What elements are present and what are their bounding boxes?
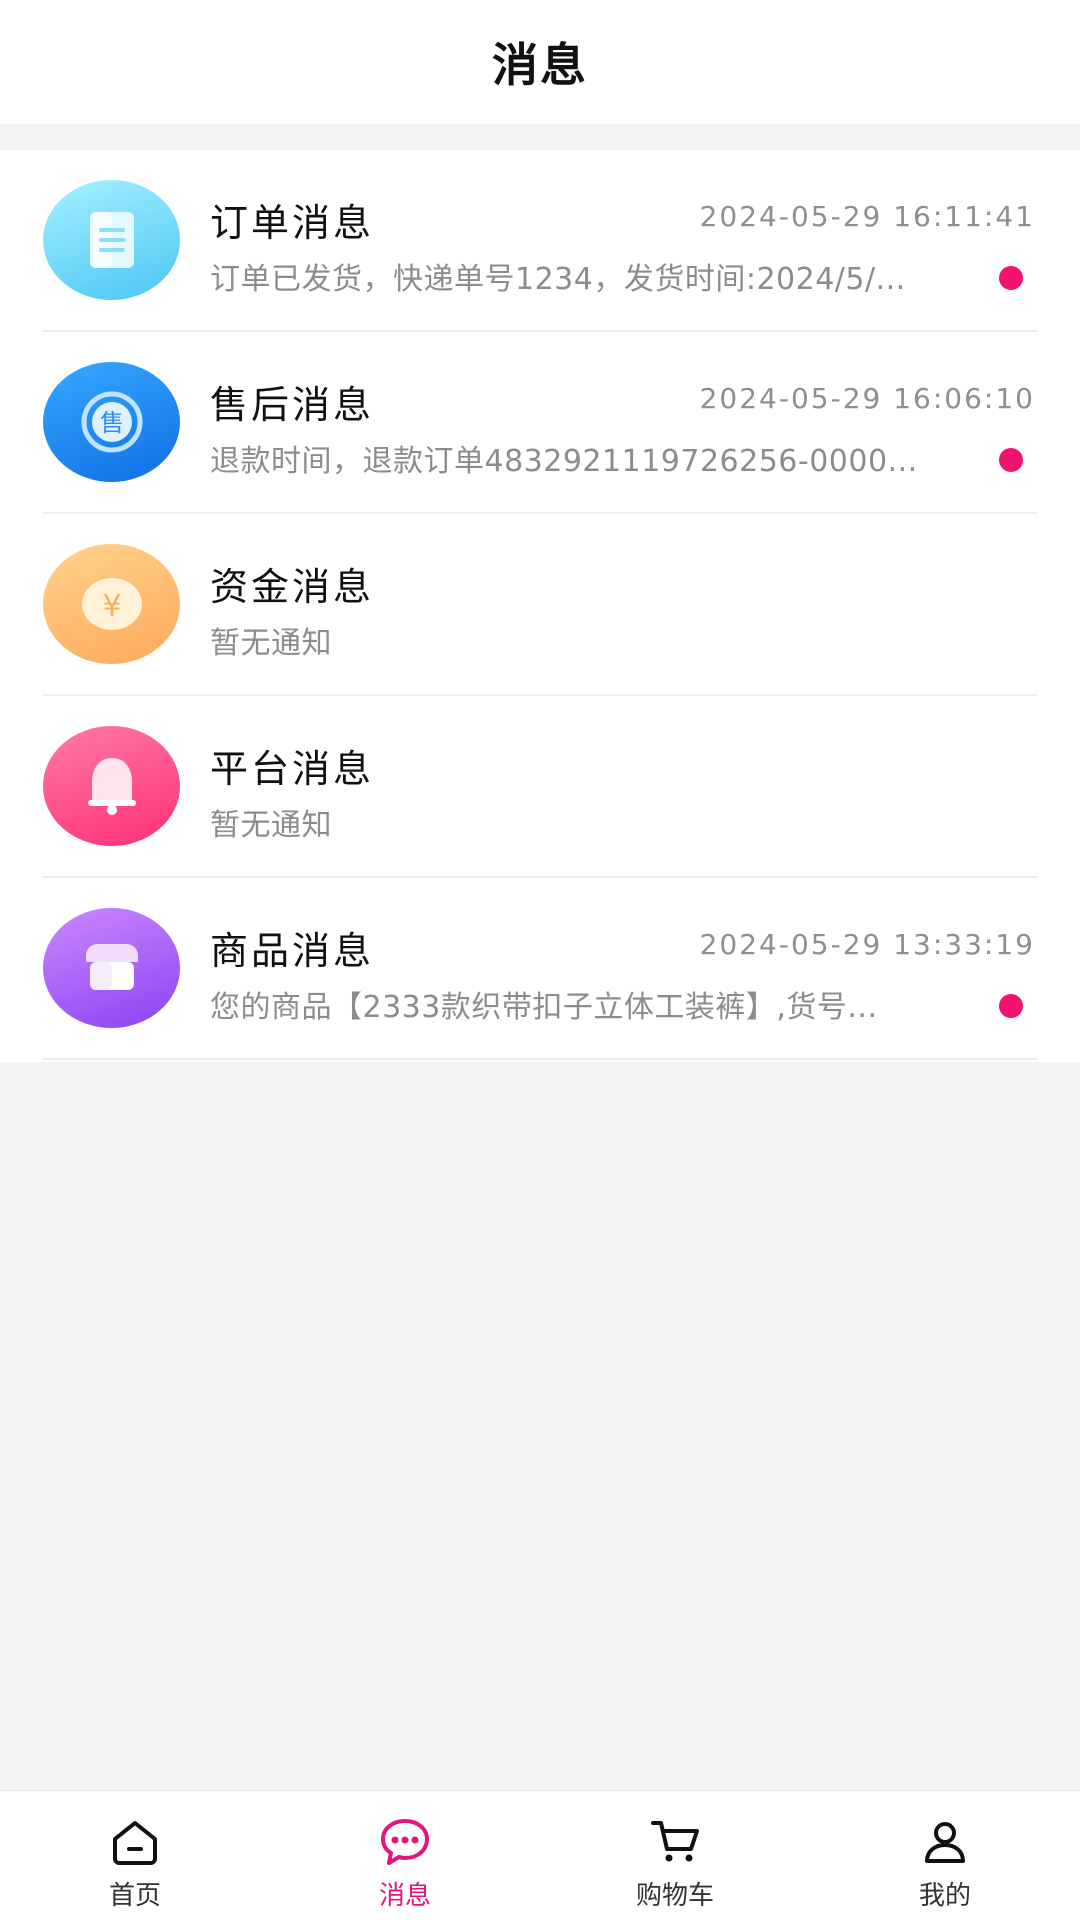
user-icon [925,1822,965,1863]
message-title: 资金消息 [210,565,375,609]
message-list: 订单消息 2024-05-29 16:11:41 订单已发货，快递单号1234，… [0,150,1080,1062]
tab-label: 购物车 [635,1881,714,1911]
tab-profile[interactable]: 我的 [810,1791,1080,1920]
message-title: 商品消息 [210,929,375,973]
unread-dot [999,266,1023,290]
tab-label: 消息 [378,1881,431,1911]
store-icon [43,908,180,1028]
message-item-platform[interactable]: 平台消息 暂无通知 [43,696,1037,878]
yuan-coin-icon: ¥ [43,544,180,664]
message-preview: 退款时间，退款订单4832921119726256-0000... [210,444,918,479]
message-time: 2024-05-29 16:11:41 [699,200,1035,233]
unread-dot [999,448,1023,472]
message-preview: 暂无通知 [210,808,332,843]
home-icon [113,1821,157,1865]
message-preview: 订单已发货，快递单号1234，发货时间:2024/5/... [210,262,906,297]
message-item-goods[interactable]: 商品消息 2024-05-29 13:33:19 您的商品【2333款织带扣子立… [43,878,1037,1060]
tab-label: 首页 [108,1881,161,1911]
message-item-after-sale[interactable]: 售 售后消息 2024-05-29 16:06:10 退款时间，退款订单4832… [43,332,1037,514]
chat-bubble-icon [381,1819,429,1865]
message-title: 订单消息 [210,201,375,245]
message-item-fund[interactable]: ¥ 资金消息 暂无通知 [43,514,1037,696]
svg-text:售: 售 [100,409,124,437]
message-title: 平台消息 [210,747,375,791]
message-item-order[interactable]: 订单消息 2024-05-29 16:11:41 订单已发货，快递单号1234，… [43,150,1037,332]
clipboard-icon [43,180,180,300]
top-bar: 消息 [0,0,1080,124]
after-sale-icon: 售 [43,362,180,482]
message-preview: 您的商品【2333款织带扣子立体工装裤】,货号... [210,990,878,1025]
message-preview: 暂无通知 [210,626,332,661]
tab-messages[interactable]: 消息 [270,1791,540,1920]
unread-dot [999,994,1023,1018]
message-time: 2024-05-29 13:33:19 [699,928,1035,961]
page-title: 消息 [492,38,588,92]
tab-cart[interactable]: 购物车 [540,1791,810,1920]
message-title: 售后消息 [210,383,375,427]
messages-page: 消息 订单消息 2024-05-29 16:11:41 订单已发货，快递单号12… [0,0,1080,1920]
tab-label: 我的 [918,1881,971,1911]
cart-icon [651,1821,699,1862]
tab-home[interactable]: 首页 [0,1791,270,1920]
bottom-tab-bar: 首页 消息 购物车 我的 [0,1790,1080,1920]
message-time: 2024-05-29 16:06:10 [699,382,1035,415]
svg-text:¥: ¥ [102,589,121,624]
bell-icon [43,726,180,846]
